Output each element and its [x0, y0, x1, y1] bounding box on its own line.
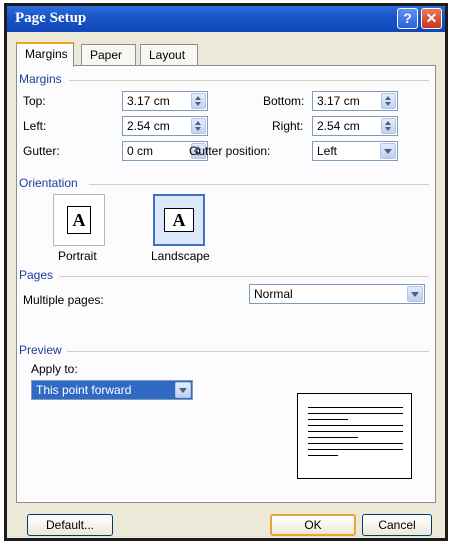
top-label: Top:	[23, 94, 46, 108]
multiple-pages-value[interactable]: Normal	[254, 287, 293, 301]
apply-to-label: Apply to:	[31, 362, 78, 376]
chevron-down-icon[interactable]	[175, 382, 191, 398]
margins-group-label: Margins	[19, 72, 62, 86]
preview-text-line	[308, 419, 348, 420]
multiple-pages-label: Multiple pages:	[23, 293, 104, 307]
gutter-position-select[interactable]: Left	[312, 141, 398, 161]
margins-divider	[69, 80, 429, 81]
tab-margins[interactable]: Margins	[16, 42, 74, 67]
orientation-divider	[89, 184, 429, 185]
help-button[interactable]: ?	[397, 8, 418, 29]
preview-divider	[67, 351, 429, 352]
margins-panel: Margins Top: 3.17 cm Bottom: 3.17 cm Lef…	[16, 65, 436, 503]
bottom-label: Bottom:	[263, 94, 305, 108]
top-margin-value[interactable]: 3.17 cm	[127, 94, 170, 108]
cancel-button[interactable]: Cancel	[362, 514, 432, 536]
landscape-label[interactable]: Landscape	[151, 249, 210, 263]
right-margin-value[interactable]: 2.54 cm	[317, 119, 360, 133]
preview-text-line	[308, 407, 403, 408]
gutter-position-label: Gutter position:	[189, 144, 271, 158]
portrait-page-icon[interactable]: A	[67, 206, 91, 234]
landscape-page-icon[interactable]: A	[164, 208, 194, 232]
preview-text-line	[308, 413, 403, 414]
right-label: Right:	[272, 119, 304, 133]
spinner-arrows-icon[interactable]	[191, 118, 206, 134]
preview-text-line	[308, 449, 403, 450]
left-margin-value[interactable]: 2.54 cm	[127, 119, 170, 133]
title-bar[interactable]: Page Setup ? ✕	[7, 6, 445, 32]
bottom-margin-spinner[interactable]: 3.17 cm	[312, 91, 398, 111]
left-margin-spinner[interactable]: 2.54 cm	[122, 116, 208, 136]
ok-button[interactable]: OK	[270, 514, 356, 536]
preview-group-label: Preview	[19, 343, 62, 357]
preview-text-line	[308, 443, 403, 444]
left-label: Left:	[23, 119, 47, 133]
spinner-arrows-icon[interactable]	[381, 118, 396, 134]
preview-text-line	[308, 425, 403, 426]
portrait-label[interactable]: Portrait	[58, 249, 97, 263]
multiple-pages-select[interactable]: Normal	[249, 284, 425, 304]
landscape-option[interactable]: A	[153, 194, 205, 246]
gutter-value[interactable]: 0 cm	[127, 144, 153, 158]
pages-divider	[59, 276, 429, 277]
page-preview	[297, 393, 412, 479]
chevron-down-icon[interactable]	[380, 143, 396, 159]
right-margin-spinner[interactable]: 2.54 cm	[312, 116, 398, 136]
top-margin-spinner[interactable]: 3.17 cm	[122, 91, 208, 111]
apply-to-select[interactable]: This point forward	[31, 380, 193, 400]
spinner-arrows-icon[interactable]	[381, 93, 396, 109]
spinner-arrows-icon[interactable]	[191, 93, 206, 109]
close-button[interactable]: ✕	[421, 8, 442, 29]
apply-to-value[interactable]: This point forward	[36, 383, 131, 397]
bottom-margin-value[interactable]: 3.17 cm	[317, 94, 360, 108]
tab-layout[interactable]: Layout	[140, 44, 198, 65]
window-title: Page Setup	[15, 10, 87, 26]
portrait-option[interactable]: A	[53, 194, 105, 246]
page-setup-dialog: Page Setup ? ✕ Margins Paper Layout Marg…	[4, 3, 448, 541]
orientation-group-label: Orientation	[19, 176, 78, 190]
tab-paper[interactable]: Paper	[81, 44, 136, 65]
gutter-position-value[interactable]: Left	[317, 144, 337, 158]
chevron-down-icon[interactable]	[407, 286, 423, 302]
default-button[interactable]: Default...	[27, 514, 113, 536]
preview-text-line	[308, 437, 358, 438]
gutter-label: Gutter:	[23, 144, 60, 158]
preview-text-line	[308, 455, 338, 456]
pages-group-label: Pages	[19, 268, 54, 282]
preview-text-line	[308, 431, 403, 432]
